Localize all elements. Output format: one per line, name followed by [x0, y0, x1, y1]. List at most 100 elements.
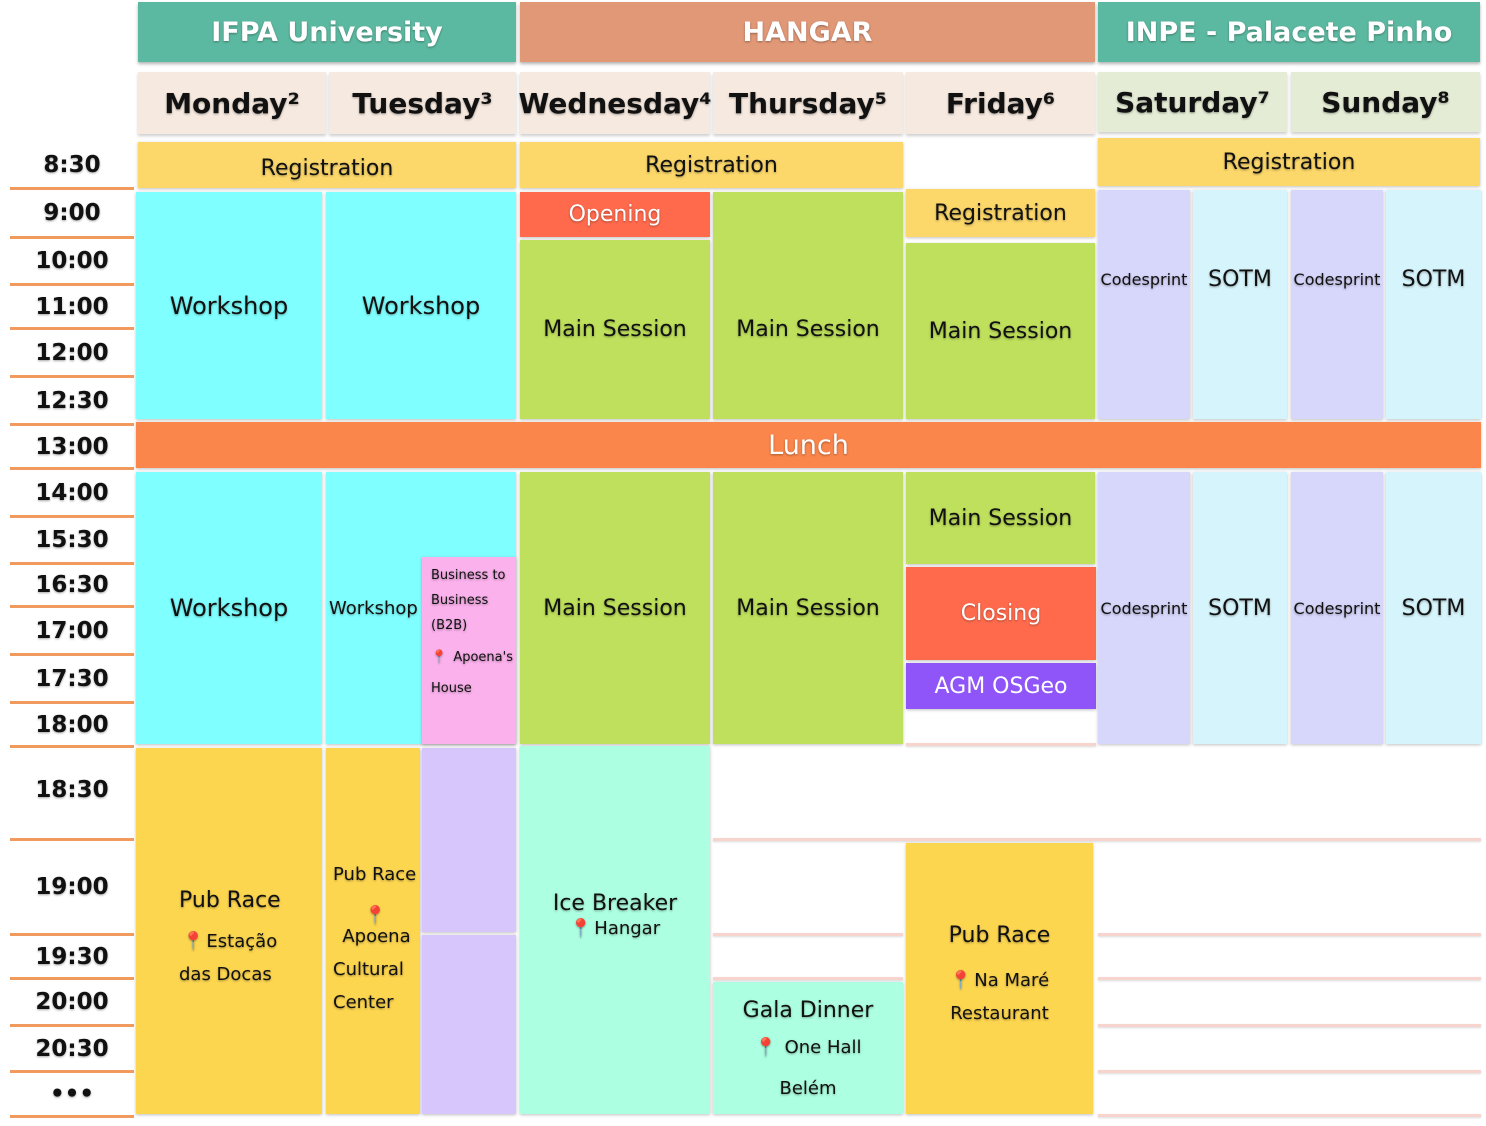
workshop-label: Workshop	[169, 594, 289, 622]
b2b-title-line1: Business to	[431, 568, 506, 583]
venue-hangar-label: HANGAR	[742, 16, 873, 48]
pub-race-tue: Pub Race 📍Apoena Cultural Center	[326, 748, 420, 1114]
day-friday-label: Friday⁶	[945, 86, 1056, 120]
time-slot: 16:30	[10, 565, 134, 608]
time-slot: 11:00	[10, 286, 134, 330]
venue-ifpa-label: IFPA University	[211, 16, 443, 48]
pub-race-label: Pub Race	[333, 863, 417, 885]
main-session-label: Main Session	[928, 318, 1073, 344]
grid-line	[906, 743, 1096, 746]
agm-osgeo: AGM OSGeo	[906, 663, 1096, 709]
grid-line	[713, 838, 1481, 841]
gala-dinner-location-line2: Belém	[779, 1077, 837, 1099]
day-saturday-label: Saturday⁷	[1115, 85, 1270, 119]
pub-race-tue-location-line3: Center	[333, 991, 394, 1013]
time-slot: •••	[10, 1073, 134, 1118]
main-session-fri-am: Main Session	[906, 243, 1095, 419]
b2b-title-line2: Business	[431, 593, 489, 608]
grid-line	[1098, 1114, 1481, 1117]
codesprint-sun-am: Codesprint	[1291, 190, 1383, 419]
main-session-fri-pm: Main Session	[906, 472, 1095, 564]
registration-fri: Registration	[906, 189, 1095, 237]
main-session-wed-pm: Main Session	[520, 472, 710, 744]
codesprint-label: Codesprint	[1100, 598, 1188, 618]
workshop-label: Workshop	[169, 291, 289, 320]
day-wednesday: Wednesday⁴	[518, 72, 712, 134]
registration-label: Registration	[645, 152, 778, 178]
pub-race-fri-location-line2: Restaurant	[950, 1003, 1049, 1024]
agm-label: AGM OSGeo	[934, 673, 1068, 699]
b2b-title-line3: (B2B)	[431, 618, 468, 633]
time-slot: 8:30	[10, 142, 134, 190]
codesprint-sun-pm: Codesprint	[1291, 472, 1383, 744]
sotm-sun-am: SOTM	[1386, 190, 1481, 419]
pub-race-mon: Pub Race 📍 Estação das Docas	[136, 748, 322, 1114]
map-pin-icon: 📍	[182, 930, 205, 952]
day-monday-label: Monday²	[164, 86, 300, 120]
time-slot: 14:00	[10, 470, 134, 518]
time-slot: 18:30	[10, 748, 134, 841]
registration-sat-sun: Registration	[1098, 138, 1480, 186]
main-session-thu-am: Main Session	[713, 192, 903, 419]
time-slot: 20:00	[10, 980, 134, 1027]
grid-line	[1098, 977, 1481, 980]
codesprint-label: Codesprint	[1100, 270, 1188, 289]
day-sunday: Sunday⁸	[1291, 72, 1480, 132]
pub-race-tue-location-line2: Cultural	[333, 958, 404, 980]
pub-race-fri: Pub Race 📍 Na Maré Restaurant	[906, 843, 1093, 1114]
closing-fri: Closing	[906, 567, 1096, 660]
registration-label: Registration	[260, 155, 394, 181]
time-slot: 12:30	[10, 378, 134, 426]
workshop-mon-pm: Workshop	[136, 472, 322, 744]
map-pin-icon: 📍	[569, 918, 593, 939]
main-session-label: Main Session	[543, 317, 687, 342]
ice-breaker-wed: Ice Breaker 📍 Hangar	[520, 746, 710, 1114]
pub-race-mon-location-line2: das Docas	[179, 963, 272, 985]
grid-line	[1098, 1024, 1481, 1027]
main-session-label: Main Session	[736, 595, 880, 621]
sotm-sun-pm: SOTM	[1386, 472, 1481, 744]
map-pin-icon: 📍	[364, 904, 387, 926]
gala-dinner-location: One Hall	[784, 1036, 862, 1058]
codesprint-sat-am: Codesprint	[1098, 190, 1190, 419]
map-pin-icon: 📍	[431, 650, 448, 665]
workshop-label: Workshop	[329, 597, 418, 619]
codesprint-label: Codesprint	[1293, 270, 1381, 289]
time-slot: 15:30	[10, 518, 134, 565]
map-pin-icon: 📍	[754, 1036, 777, 1058]
sotm-sat-am: SOTM	[1193, 190, 1287, 419]
time-slot: 9:00	[10, 190, 134, 239]
day-sunday-label: Sunday⁸	[1321, 85, 1450, 119]
ice-breaker-location: Hangar	[594, 918, 661, 939]
sotm-label: SOTM	[1208, 595, 1272, 621]
workshop-tue-am: Workshop	[326, 192, 516, 419]
time-slot: 13:00	[10, 426, 134, 470]
main-session-wed-am: Main Session	[520, 240, 710, 419]
main-session-thu-pm: Main Session	[713, 472, 903, 744]
gala-dinner-thu: Gala Dinner 📍 One Hall Belém	[713, 982, 903, 1114]
venue-hangar: HANGAR	[520, 2, 1095, 62]
map-pin-icon: 📍	[949, 970, 973, 991]
day-friday: Friday⁶	[906, 72, 1095, 134]
venue-inpe: INPE - Palacete Pinho	[1098, 2, 1480, 62]
sotm-label: SOTM	[1208, 267, 1272, 292]
ice-breaker-label: Ice Breaker	[552, 891, 678, 916]
main-session-label: Main Session	[928, 505, 1073, 531]
main-session-label: Main Session	[736, 317, 880, 342]
day-saturday: Saturday⁷	[1098, 72, 1287, 132]
lunch-label: Lunch	[768, 429, 849, 461]
b2b-event: Business to Business (B2B) 📍 Apoena's Ho…	[422, 557, 516, 744]
gala-dinner-label: Gala Dinner	[742, 997, 874, 1023]
main-session-label: Main Session	[543, 595, 687, 621]
time-slot: 12:00	[10, 330, 134, 378]
day-monday: Monday²	[138, 72, 326, 134]
time-slot: 17:30	[10, 656, 134, 704]
grid-line	[713, 933, 903, 936]
sotm-sat-pm: SOTM	[1193, 472, 1287, 744]
empty-slot-tue-b2b	[422, 748, 516, 932]
day-wednesday-label: Wednesday⁴	[518, 86, 712, 120]
grid-line	[713, 977, 903, 980]
workshop-label: Workshop	[361, 291, 481, 320]
grid-line	[1098, 933, 1481, 936]
pub-race-fri-location: Na Maré	[974, 970, 1050, 991]
